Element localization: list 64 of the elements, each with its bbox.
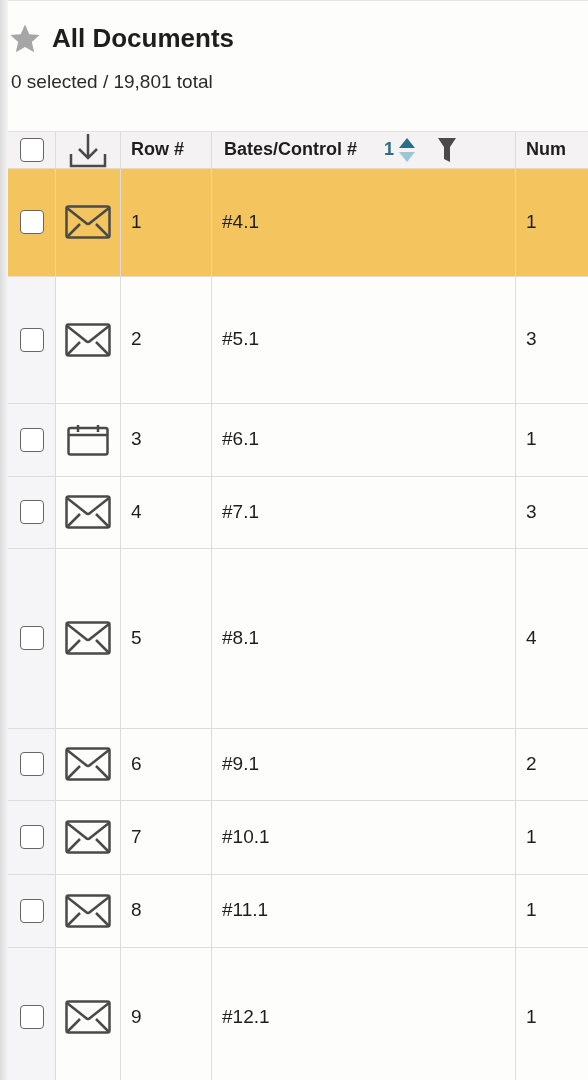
column-header[interactable]: Row # (131, 136, 184, 163)
table-cell-text: 4 (131, 499, 142, 524)
table-cell-text: 1 (526, 427, 537, 452)
table-cell-text: 6 (131, 751, 142, 776)
table-cell-text: #11.1 (222, 898, 269, 923)
envelope-icon (65, 893, 111, 928)
table-row[interactable]: 7 #10.1 1 (8, 800, 588, 875)
table-cell-text: #5.1 (222, 327, 259, 352)
envelope-icon (65, 621, 111, 655)
star-icon[interactable] (8, 22, 42, 55)
table-cell-text: #4.1 (222, 209, 259, 234)
table-row[interactable]: 5 #8.1 4 (8, 548, 588, 729)
table-cell-text: 2 (131, 327, 142, 352)
checkbox[interactable] (19, 898, 44, 923)
download-icon[interactable] (69, 131, 107, 168)
checkbox[interactable] (19, 427, 44, 452)
table-cell-text: 4 (526, 625, 537, 650)
table-cell-text: #12.1 (222, 1004, 270, 1029)
table-row[interactable]: 3 #6.1 1 (8, 403, 588, 477)
column-header[interactable]: Bates/Control # (224, 136, 358, 163)
table-cell-text: #10.1 (222, 824, 270, 849)
filter-icon[interactable] (438, 137, 457, 162)
envelope-icon (65, 322, 111, 357)
table-cell-text: 3 (131, 427, 142, 452)
table-cell-text: 2 (526, 751, 537, 776)
table-cell-text: #9.1 (222, 751, 259, 776)
checkbox[interactable] (19, 825, 44, 849)
table-cell-text: #8.1 (222, 625, 259, 650)
checkbox[interactable] (19, 210, 44, 234)
selection-summary: 0 selected / 19,801 total (11, 70, 213, 94)
envelope-icon (65, 1000, 111, 1034)
table-cell-text: 7 (131, 824, 142, 849)
table-row[interactable]: 8 #11.1 1 (8, 874, 588, 948)
calendar-icon (67, 423, 109, 456)
table-cell-text: 3 (526, 327, 537, 352)
table-cell-text: 1 (526, 209, 537, 234)
envelope-icon (65, 495, 111, 529)
table-cell-text: #6.1 (222, 427, 259, 452)
table-cell-text: 1 (526, 824, 537, 849)
checkbox[interactable] (19, 500, 44, 524)
envelope-icon (65, 205, 111, 239)
table-row[interactable]: 1 #4.1 1 (8, 168, 588, 277)
table-cell-text: 3 (526, 499, 537, 524)
page-title: All Documents (52, 22, 235, 55)
checkbox[interactable] (19, 1005, 44, 1029)
table-row[interactable]: 6 #9.1 2 (8, 728, 588, 801)
sort-icon[interactable] (398, 136, 417, 163)
checkbox[interactable] (19, 752, 44, 776)
table-cell-text: 5 (131, 625, 142, 650)
envelope-icon (65, 747, 111, 781)
sort-order: 1 (384, 138, 395, 161)
table-cell-text: 1 (526, 1004, 537, 1029)
table-cell-text: 1 (526, 898, 537, 923)
table-cell-text: #7.1 (222, 499, 259, 524)
envelope-icon (65, 820, 111, 854)
table-row[interactable]: 4 #7.1 3 (8, 476, 588, 549)
table-cell-text: 8 (131, 898, 142, 923)
table-cell-text: 9 (131, 1004, 142, 1029)
table-row[interactable]: 2 #5.1 3 (8, 276, 588, 404)
column-header[interactable]: Num (526, 136, 566, 163)
checkbox[interactable] (19, 137, 44, 162)
checkbox[interactable] (19, 626, 44, 650)
checkbox[interactable] (19, 327, 44, 352)
table-cell-text: 1 (131, 209, 142, 234)
